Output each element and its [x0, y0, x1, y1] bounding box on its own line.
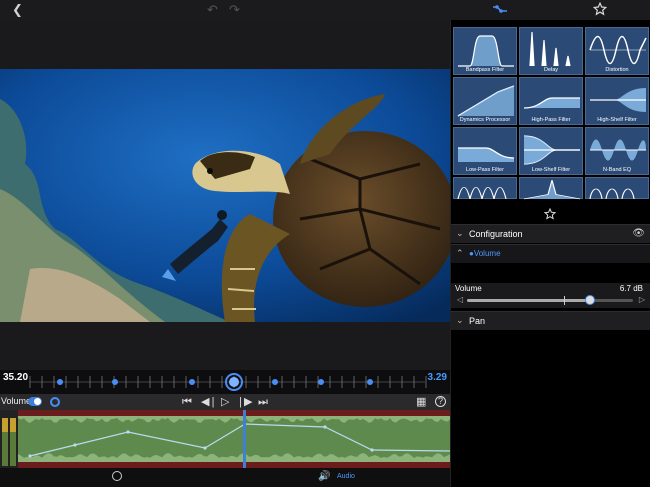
audio-waveform-track[interactable]	[0, 410, 451, 468]
volume-slider-fill	[467, 299, 590, 302]
effect-tile-lowpass[interactable]: Low-Pass Filter	[453, 127, 517, 175]
peaks-icon	[457, 187, 507, 199]
redo-icon[interactable]: ↷	[229, 2, 240, 18]
undo-icon[interactable]: ↶	[207, 2, 218, 18]
timeline-scrubber[interactable]: 35.20 3.29	[0, 370, 450, 394]
effect-tile-dynamics[interactable]: Dynamics Processor	[453, 77, 517, 125]
effect-tile-bandpass[interactable]: Bandpass Filter	[453, 27, 517, 75]
chevron-up-icon: ⌃	[456, 248, 464, 258]
effect-tile-nband[interactable]: N-Band EQ	[585, 127, 649, 175]
configuration-header[interactable]: ⌄ Configuration 👁	[451, 224, 650, 243]
pan-header[interactable]: ⌄ Pan	[451, 311, 650, 330]
nband-icon	[590, 139, 646, 161]
volume-value: 6.7 dB	[619, 284, 643, 293]
video-preview[interactable]	[0, 69, 450, 322]
speaker-icon[interactable]: 🔊	[318, 471, 330, 482]
spike-icon	[523, 180, 581, 200]
automation-curve-icon[interactable]	[492, 2, 508, 20]
pan-title: Pan	[469, 316, 486, 326]
help-icon[interactable]: ?	[435, 396, 446, 407]
effect-tile-arcs[interactable]	[585, 177, 649, 199]
effect-tile-label: Low-Shelf Filter	[531, 167, 571, 173]
effect-tile-highpass[interactable]: High-Pass Filter	[519, 77, 583, 125]
record-icon[interactable]	[50, 397, 60, 407]
effect-tile-label: Delay	[543, 67, 559, 73]
favorite-row	[451, 206, 650, 224]
effect-tile-label: N-Band EQ	[602, 167, 632, 173]
volume-subsection-header[interactable]: ⌃ ●Volume	[451, 244, 650, 263]
effect-tile-label: Bandpass Filter	[465, 67, 505, 73]
star-icon[interactable]	[544, 208, 556, 220]
effect-tile-lowshelf[interactable]: Low-Shelf Filter	[519, 127, 583, 175]
timeline-ticks	[29, 373, 427, 391]
effect-tile-label: Dynamics Processor	[459, 117, 511, 123]
end-time: 3.29	[427, 372, 447, 383]
effect-tile-label: High-Shelf Filter	[597, 117, 637, 123]
clapper-icon[interactable]: ▦	[416, 395, 426, 409]
back-icon[interactable]: ❮	[12, 2, 23, 18]
volume-max-icon: ▷	[638, 295, 645, 304]
step-back-icon[interactable]: ◀ |	[201, 395, 215, 409]
lowshelf-icon	[523, 135, 580, 165]
volume-label: Volume	[455, 284, 482, 293]
arcs-icon	[589, 188, 635, 199]
effect-tile-spike[interactable]	[519, 177, 583, 200]
chevron-down-icon: ⌄	[456, 228, 464, 238]
star-icon[interactable]	[592, 1, 608, 20]
effect-tile-peaks[interactable]	[453, 177, 517, 199]
effect-tile-label: Low-Pass Filter	[466, 167, 504, 173]
highpass-icon	[523, 97, 580, 109]
volume-slider-row: Volume 6.7 dB ◁ ▷	[451, 283, 650, 308]
effect-tile-label: Distortion	[605, 67, 629, 73]
lowpass-icon	[458, 147, 515, 162]
effect-tile-highshelf[interactable]: High-Shelf Filter	[585, 77, 649, 125]
volume-min-icon: ◁	[457, 295, 464, 304]
volume-slider-center-mark	[564, 296, 565, 305]
volume-slider[interactable]	[467, 295, 633, 305]
track-toggle[interactable]	[28, 397, 42, 406]
bottom-toolbar: 🔊 Audio	[0, 468, 450, 487]
track-control-bar: Volume ⏮ ◀ | ▷ | ▶ ⏭ ▦ ?	[0, 394, 450, 410]
skip-forward-icon[interactable]: ⏭	[258, 395, 268, 409]
bandpass-icon	[458, 35, 514, 67]
distortion-icon	[589, 35, 647, 65]
effects-panel: Bandpass Filter Delay Distortion Dynamics P…	[450, 20, 650, 487]
top-toolbar: ❮ ↶ ↷	[0, 0, 650, 20]
play-icon[interactable]: ▷	[221, 395, 229, 409]
speed-icon[interactable]	[112, 471, 122, 481]
volume-slider-knob[interactable]	[584, 295, 595, 305]
effect-tile-distortion[interactable]: Distortion	[585, 27, 649, 75]
chevron-down-icon: ⌄	[456, 315, 464, 325]
eye-icon[interactable]: 👁	[632, 228, 645, 239]
skip-back-icon[interactable]: ⏮	[182, 395, 192, 409]
effect-tile-delay[interactable]: Delay	[519, 27, 583, 75]
delay-icon	[529, 31, 571, 67]
configuration-title: Configuration	[469, 229, 523, 239]
dynamics-icon	[457, 85, 515, 117]
volume-subsection-title: ●Volume	[469, 249, 501, 258]
track-label: Volume	[1, 396, 32, 406]
effect-tile-label: High-Pass Filter	[531, 117, 571, 123]
highshelf-icon	[590, 88, 646, 112]
step-forward-icon[interactable]: | ▶	[239, 395, 253, 409]
audio-tab-label[interactable]: Audio	[337, 473, 355, 480]
